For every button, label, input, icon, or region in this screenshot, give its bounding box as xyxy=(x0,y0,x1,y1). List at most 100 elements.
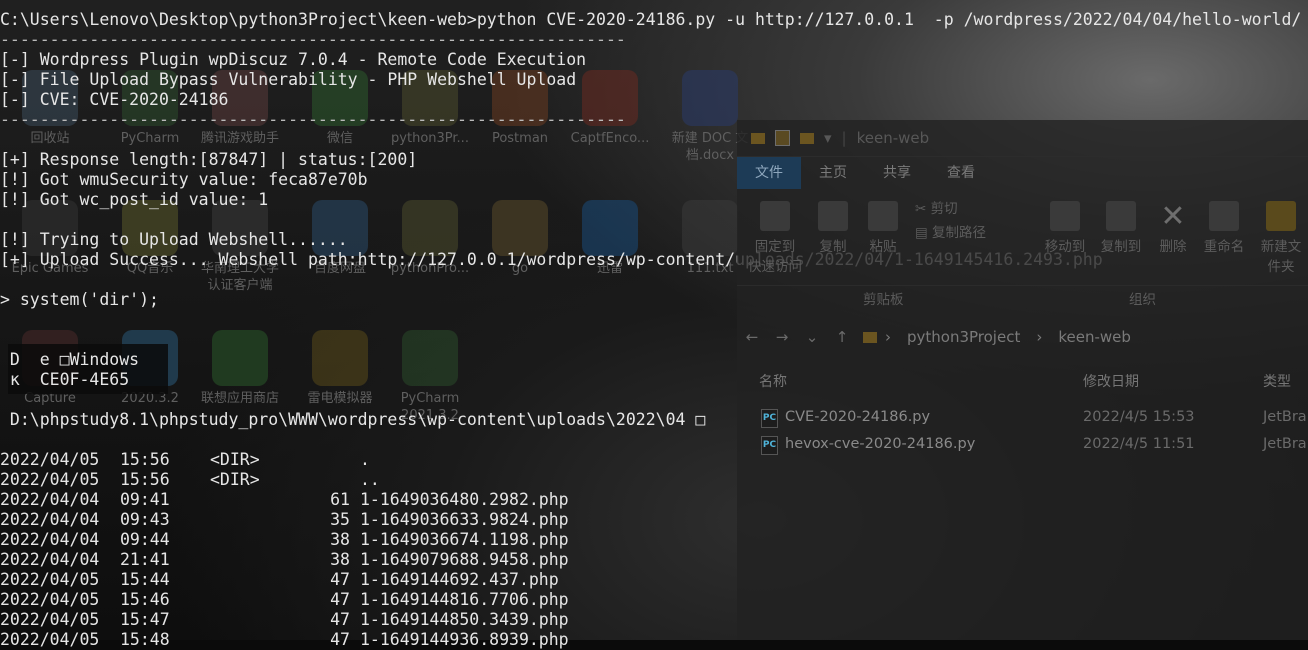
listing-time: 15:48 xyxy=(120,630,170,649)
listing-date: 2022/04/05 xyxy=(0,450,100,469)
chevron-down-icon[interactable]: ▾ xyxy=(824,129,832,147)
listing-filename: 1-1649036480.2982.php xyxy=(360,490,569,509)
folder-icon xyxy=(751,132,765,144)
move-to-button[interactable]: 移动到 xyxy=(1037,201,1093,255)
breadcrumb-separator: › xyxy=(885,328,891,346)
listing-size: 47 xyxy=(330,630,350,649)
volume-label-line: D e □Windows xyxy=(0,350,140,369)
new-folder-icon xyxy=(1266,201,1296,231)
shell-prompt[interactable]: > system('dir'); xyxy=(0,290,159,310)
listing-time: 09:41 xyxy=(120,490,170,509)
separator-line: ----------------------------------------… xyxy=(0,30,626,49)
copy-path-button[interactable]: ▤ 复制路径 xyxy=(915,221,986,241)
listing-time: 15:46 xyxy=(120,590,170,609)
address-bar: ← → ⌄ ↑ › python3Project › keen-web xyxy=(737,320,1308,354)
column-header-type[interactable]: 类型 xyxy=(1263,371,1291,391)
clipboard-icon xyxy=(868,201,898,231)
tab-file[interactable]: 文件 xyxy=(737,157,801,189)
listing-size: 47 xyxy=(330,610,350,629)
listing-filename: 1-1649079688.9458.php xyxy=(360,550,569,569)
copy-to-button[interactable]: 复制到 xyxy=(1093,201,1149,255)
tab-view[interactable]: 查看 xyxy=(929,157,993,189)
file-row[interactable]: PC hevox-cve-2020-24186.py 2022/4/5 11:5… xyxy=(737,432,1308,458)
ribbon: 固定到 快速访问 复制 粘贴 ✂ 剪切 ▤ 复制路径 移动到 复制到 ✕ 删除 … xyxy=(737,189,1308,286)
separator-line: ----------------------------------------… xyxy=(0,110,626,129)
pin-to-quick-access-button[interactable]: 固定到 快速访问 xyxy=(747,201,803,275)
pycharm-file-icon: PC xyxy=(761,436,778,455)
listing-time: 15:47 xyxy=(120,610,170,629)
forward-arrow-icon[interactable]: → xyxy=(767,328,797,346)
checkbox-icon[interactable] xyxy=(775,130,790,146)
rename-button[interactable]: 重命名 xyxy=(1197,201,1251,255)
banner-line: [-] File Upload Bypass Vulnerability - P… xyxy=(0,70,577,89)
listing-time: 15:56 xyxy=(120,470,170,489)
listing-size: 61 xyxy=(330,490,350,509)
listing-size xyxy=(300,470,350,490)
listing-size: 38 xyxy=(330,550,350,569)
up-arrow-icon[interactable]: ↑ xyxy=(827,328,857,346)
listing-filename: 1-1649144692.437.php xyxy=(360,570,559,589)
listing-time: 09:43 xyxy=(120,510,170,529)
listing-date: 2022/04/05 xyxy=(0,590,100,609)
copy-to-icon xyxy=(1106,201,1136,231)
column-headers: 名称 修改日期 类型 xyxy=(737,366,1308,392)
listing-filename: 1-1649144816.7706.php xyxy=(360,590,569,609)
pycharm-file-icon: PC xyxy=(761,409,778,428)
file-name: CVE-2020-24186.py xyxy=(785,409,931,425)
status-line: [!] Got wc_post_id value: 1 xyxy=(0,190,269,209)
file-type: JetBra xyxy=(1263,409,1307,425)
new-folder-button[interactable]: 新建文件夹 xyxy=(1255,201,1307,275)
breadcrumb-item[interactable]: python3Project xyxy=(907,328,1020,346)
listing-size xyxy=(300,450,350,470)
listing-time: 15:44 xyxy=(120,570,170,589)
listing-time: 15:56 xyxy=(120,450,170,469)
listing-filename: 1-1649036633.9824.php xyxy=(360,510,569,529)
tab-share[interactable]: 共享 xyxy=(865,157,929,189)
move-icon xyxy=(1050,201,1080,231)
file-modified: 2022/4/5 15:53 xyxy=(1083,409,1195,425)
listing-filename: 1-1649036674.1198.php xyxy=(360,530,569,549)
paste-button[interactable]: 粘贴 xyxy=(863,201,903,255)
delete-icon: ✕ xyxy=(1160,199,1186,234)
listing-size: 47 xyxy=(330,590,350,609)
breadcrumb-item[interactable]: keen-web xyxy=(1058,328,1131,346)
listing-date: 2022/04/05 xyxy=(0,610,100,629)
copy-button[interactable]: 复制 xyxy=(813,201,853,255)
listing-time: 09:44 xyxy=(120,530,170,549)
column-header-modified[interactable]: 修改日期 xyxy=(1083,371,1139,391)
folder-icon xyxy=(863,331,877,343)
listing-date: 2022/04/05 xyxy=(0,470,100,489)
ribbon-tabs: 文件 主页 共享 查看 xyxy=(737,157,1308,189)
listing-size: 38 xyxy=(330,530,350,549)
volume-serial-line: к CE0F-4E65 xyxy=(0,370,130,389)
listing-filename: 1-1649144936.8939.php xyxy=(360,630,569,649)
file-row[interactable]: PC CVE-2020-24186.py 2022/4/5 15:53 JetB… xyxy=(737,405,1308,431)
listing-date: 2022/04/04 xyxy=(0,550,100,569)
listing-type: <DIR> xyxy=(210,470,260,489)
command-line: C:\Users\Lenovo\Desktop\python3Project\k… xyxy=(0,10,1302,29)
rename-icon xyxy=(1209,201,1239,231)
listing-size: 35 xyxy=(330,510,350,529)
clipboard-group-label: 剪贴板 xyxy=(863,292,904,308)
listing-date: 2022/04/04 xyxy=(0,510,100,529)
file-type: JetBra xyxy=(1263,436,1307,452)
explorer-titlebar: ▾ | keen-web xyxy=(737,120,1308,157)
listing-type: <DIR> xyxy=(210,450,260,469)
folder-icon xyxy=(800,132,814,144)
organize-group-label: 组织 xyxy=(1129,292,1156,308)
pin-icon xyxy=(760,201,790,231)
copy-icon xyxy=(818,201,848,231)
listing-filename: . xyxy=(360,450,370,469)
listing-time: 21:41 xyxy=(120,550,170,569)
cut-button[interactable]: ✂ 剪切 xyxy=(915,197,958,217)
column-header-name[interactable]: 名称 xyxy=(759,371,787,391)
banner-line: [-] CVE: CVE-2020-24186 xyxy=(0,90,229,109)
listing-date: 2022/04/04 xyxy=(0,530,100,549)
back-arrow-icon[interactable]: ← xyxy=(737,328,767,346)
delete-button[interactable]: ✕ 删除 xyxy=(1151,199,1195,256)
listing-filename: .. xyxy=(360,470,380,489)
breadcrumb-separator: › xyxy=(1036,328,1043,346)
tab-home[interactable]: 主页 xyxy=(801,157,865,189)
chevron-down-icon[interactable]: ⌄ xyxy=(797,328,827,346)
listing-size: 47 xyxy=(330,570,350,589)
